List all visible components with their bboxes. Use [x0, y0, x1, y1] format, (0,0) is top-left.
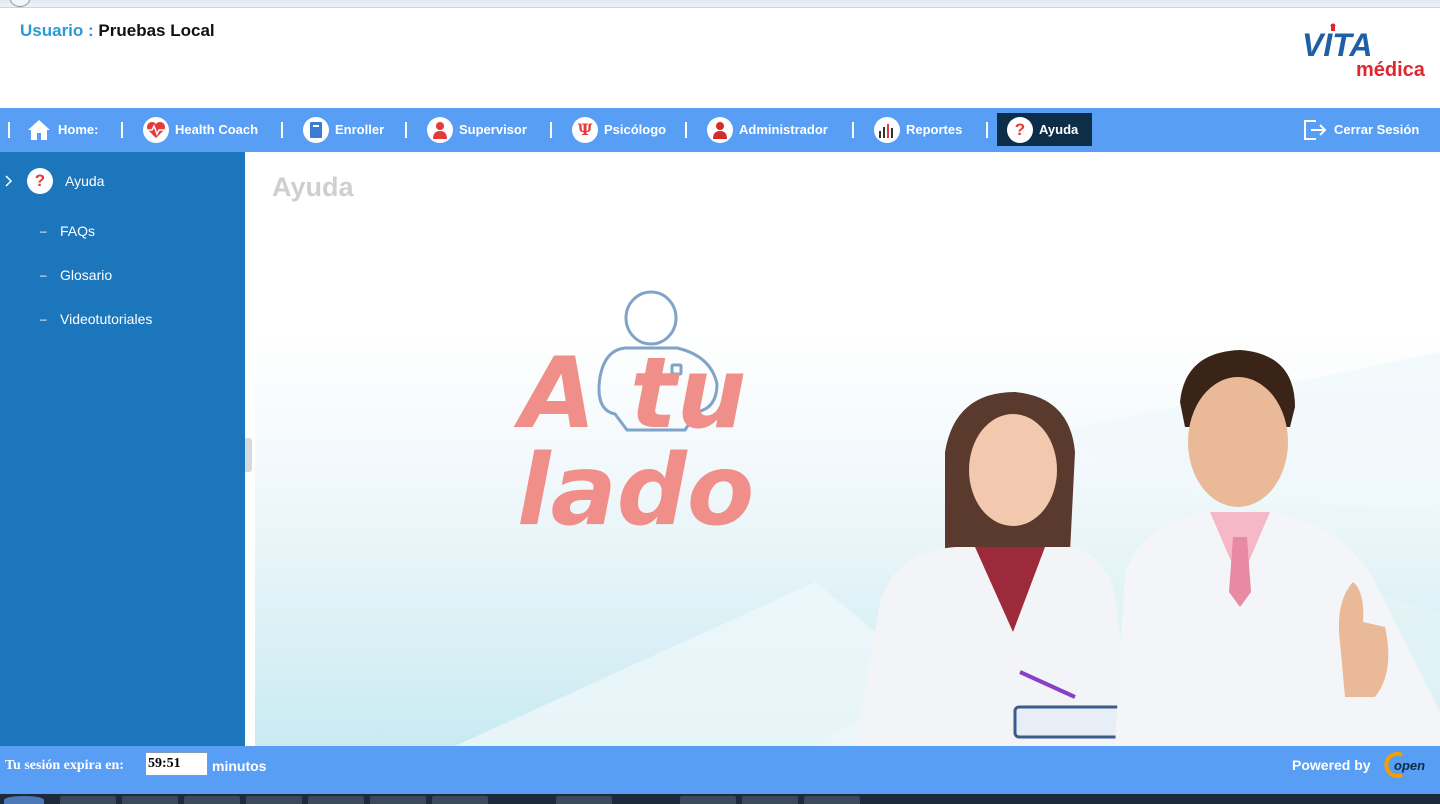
nav-item-enroller[interactable]: Enroller — [303, 113, 384, 146]
taskbar-app-button[interactable] — [184, 796, 240, 804]
sidebar-section-label: Ayuda — [65, 173, 105, 189]
taskbar-app-button[interactable] — [122, 796, 178, 804]
app-window: Usuario : Pruebas Local VITA médica Home… — [0, 0, 1440, 804]
vita-medica-logo: VITA médica — [1302, 23, 1426, 80]
dash-icon: – — [40, 224, 47, 238]
user-label: Usuario : — [20, 21, 94, 40]
nav-label-psicologo: Psicólogo — [604, 122, 667, 137]
nav-separator — [550, 122, 552, 138]
nav-label-ayuda: Ayuda — [1039, 122, 1079, 137]
nav-separator — [405, 122, 407, 138]
banner-text-line2: lado — [517, 434, 754, 548]
nav-item-home[interactable]: Home: — [26, 113, 98, 146]
sidebar-item-label: Glosario — [60, 267, 113, 283]
nav-label-reportes: Reportes — [906, 122, 963, 137]
nav-label-enroller: Enroller — [335, 122, 385, 137]
admin-icon — [707, 116, 733, 143]
sidebar-item-videotutoriales[interactable]: – Videotutoriales — [40, 311, 152, 327]
taskbar-app-button[interactable] — [742, 796, 798, 804]
session-timer: 59:51 — [145, 752, 208, 776]
nav-label-health-coach: Health Coach — [175, 122, 259, 137]
nav-label-supervisor: Supervisor — [459, 122, 527, 137]
person-icon — [427, 116, 453, 143]
help-banner-image: A tu lado — [455, 290, 1440, 746]
nav-label-administrador: Administrador — [739, 122, 828, 137]
sidebar-item-label: Videotutoriales — [60, 311, 153, 327]
dash-icon: – — [40, 268, 47, 282]
logout-button[interactable]: Cerrar Sesión — [1302, 113, 1419, 146]
sidebar-collapse-handle[interactable] — [245, 438, 252, 472]
browser-button-icon[interactable] — [10, 0, 30, 7]
logo-cross-icon — [1331, 24, 1335, 31]
nav-item-reportes[interactable]: Reportes — [874, 113, 962, 146]
taskbar-app-button[interactable] — [246, 796, 302, 804]
nav-separator — [852, 122, 854, 138]
os-taskbar — [0, 794, 1440, 804]
nav-label-home: Home: — [58, 122, 99, 137]
psi-icon: Ψ — [572, 116, 598, 143]
nav-separator — [8, 122, 10, 138]
nav-separator — [121, 122, 123, 138]
session-expiry-label: Tu sesión expira en: — [5, 758, 124, 773]
user-name: Pruebas Local — [98, 21, 215, 40]
logo-word-vita: VITA — [1302, 27, 1373, 63]
taskbar-app-button[interactable] — [308, 796, 364, 804]
taskbar-app-button[interactable] — [680, 796, 736, 804]
nav-item-administrador[interactable]: Administrador — [707, 113, 828, 146]
minutes-label: minutos — [212, 758, 267, 774]
heart-pulse-icon — [143, 116, 169, 143]
sidebar-item-label: FAQs — [60, 223, 96, 239]
sidebar-item-glosario[interactable]: – Glosario — [40, 267, 112, 283]
sidebar-item-faqs[interactable]: – FAQs — [40, 223, 95, 239]
nav-item-supervisor[interactable]: Supervisor — [427, 113, 527, 146]
taskbar-app-button[interactable] — [804, 796, 860, 804]
help-icon: ? — [27, 168, 53, 194]
powered-by-label: Powered by — [1292, 757, 1371, 773]
taskbar-app-button[interactable] — [556, 796, 612, 804]
main-content: Ayuda A tu lado — [255, 152, 1440, 746]
open-logo-text: open — [1394, 758, 1425, 773]
header: Usuario : Pruebas Local VITA médica — [0, 8, 1440, 108]
dash-icon: – — [40, 312, 47, 326]
chevron-right-icon — [5, 175, 13, 187]
sidebar: ? Ayuda – FAQs – Glosario – Videotutoria… — [0, 152, 245, 746]
main-nav: Home: Health Coach Enroller Supervisor Ψ — [0, 108, 1440, 152]
taskbar-app-button[interactable] — [60, 796, 116, 804]
logout-icon — [1302, 119, 1328, 141]
nav-item-ayuda[interactable]: ? Ayuda — [997, 113, 1093, 146]
logo-word-medica: médica — [1356, 59, 1426, 80]
nav-separator — [281, 122, 283, 138]
logout-label: Cerrar Sesión — [1334, 122, 1420, 137]
home-icon — [26, 118, 52, 142]
book-icon — [303, 116, 329, 143]
help-icon: ? — [1007, 116, 1033, 143]
start-button[interactable] — [4, 796, 44, 804]
nav-separator — [986, 122, 988, 138]
browser-chrome-strip — [0, 0, 1440, 8]
nav-item-health-coach[interactable]: Health Coach — [143, 113, 258, 146]
sidebar-section-ayuda[interactable]: ? Ayuda — [0, 166, 104, 196]
taskbar-app-button[interactable] — [370, 796, 426, 804]
open-logo: open — [1384, 752, 1425, 778]
footer: Tu sesión expira en: 59:51 minutos Power… — [0, 746, 1440, 794]
nav-item-psicologo[interactable]: Ψ Psicólogo — [572, 113, 666, 146]
user-info: Usuario : Pruebas Local — [20, 21, 215, 41]
taskbar-app-button[interactable] — [432, 796, 488, 804]
nav-separator — [685, 122, 687, 138]
bar-chart-icon — [874, 116, 900, 143]
